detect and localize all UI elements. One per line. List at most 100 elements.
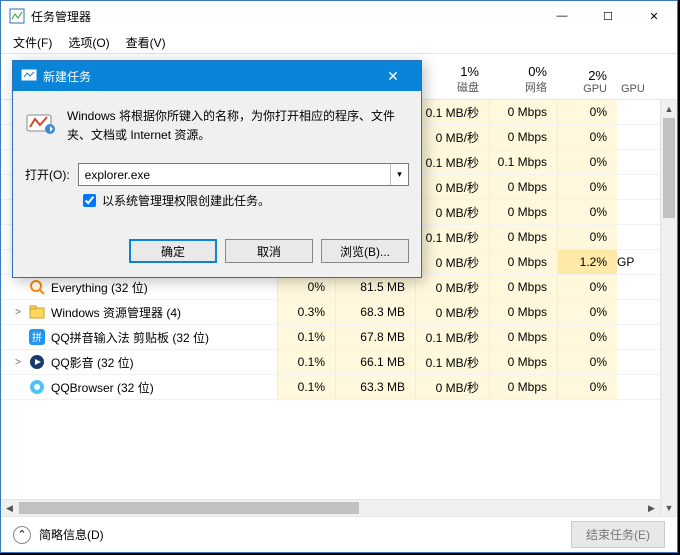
app-icon xyxy=(29,279,45,295)
titlebar[interactable]: 任务管理器 — ☐ ✕ xyxy=(1,1,677,31)
details-toggle-icon[interactable]: ⌃ xyxy=(13,526,31,544)
cell: 0% xyxy=(557,150,617,174)
table-row[interactable]: Everything (32 位)0%81.5 MB0 MB/秒0 Mbps0% xyxy=(1,275,677,300)
cell: 0% xyxy=(557,175,617,199)
dialog-close-button[interactable]: ✕ xyxy=(373,68,413,85)
cell: 0 Mbps xyxy=(489,225,557,249)
cell: 0% xyxy=(557,350,617,374)
cell: 0.1 MB/秒 xyxy=(415,325,489,349)
footer: ⌃ 简略信息(D) 结束任务(E) xyxy=(1,516,677,552)
hscroll-thumb[interactable] xyxy=(19,502,359,514)
cell: 0% xyxy=(557,325,617,349)
cell: 0 Mbps xyxy=(489,250,557,274)
process-name: QQBrowser (32 位) xyxy=(51,379,154,396)
ok-button[interactable]: 确定 xyxy=(129,239,217,263)
scroll-down-icon[interactable]: ▼ xyxy=(661,499,677,516)
cell: 0.1 MB/秒 xyxy=(415,100,489,124)
cell: 0% xyxy=(557,100,617,124)
run-icon xyxy=(25,107,57,145)
cell: 0 Mbps xyxy=(489,300,557,324)
cell: 66.1 MB xyxy=(335,350,415,374)
admin-checkbox[interactable] xyxy=(83,194,96,207)
cell: 0 MB/秒 xyxy=(415,300,489,324)
table-row[interactable]: 拼 QQ拼音输入法 剪贴板 (32 位) 0.1%67.8 MB0.1 MB/秒0 … xyxy=(1,325,677,350)
app-icon xyxy=(29,304,45,320)
scroll-thumb[interactable] xyxy=(663,118,675,218)
cell: 0 MB/秒 xyxy=(415,175,489,199)
cell: 0 Mbps xyxy=(489,275,557,299)
cell: 0 MB/秒 xyxy=(415,275,489,299)
cell: 0 MB/秒 xyxy=(415,375,489,399)
cell: 0% xyxy=(277,275,335,299)
minimize-button[interactable]: — xyxy=(539,1,585,31)
dropdown-icon[interactable]: ▾ xyxy=(390,164,408,185)
browse-button[interactable]: 浏览(B)... xyxy=(321,239,409,263)
scroll-up-icon[interactable]: ▲ xyxy=(661,100,677,117)
cell: 0.1 MB/秒 xyxy=(415,225,489,249)
cell: 0 MB/秒 xyxy=(415,200,489,224)
app-icon xyxy=(9,8,25,24)
menu-view[interactable]: 查看(V) xyxy=(120,32,172,53)
cell: 0% xyxy=(557,300,617,324)
cell: 0.1% xyxy=(277,325,335,349)
cell: 0 Mbps xyxy=(489,100,557,124)
process-name: Windows 资源管理器 (4) xyxy=(51,304,181,321)
menu-file[interactable]: 文件(F) xyxy=(7,32,58,53)
dialog-title: 新建任务 xyxy=(43,68,91,85)
end-task-button[interactable]: 结束任务(E) xyxy=(571,521,665,548)
cell: 81.5 MB xyxy=(335,275,415,299)
app-icon: 拼 xyxy=(29,329,45,345)
col-network[interactable]: 0%网络 xyxy=(489,64,557,95)
cell: 0 Mbps xyxy=(489,200,557,224)
dialog-message: Windows 将根据你所键入的名称，为你打开相应的程序、文件夹、文档或 Int… xyxy=(67,107,409,145)
col-disk[interactable]: 1%磁盘 xyxy=(415,64,489,95)
scroll-left-icon[interactable]: ◀ xyxy=(1,500,18,516)
open-combobox[interactable]: ▾ xyxy=(78,163,409,186)
run-dialog: 新建任务 ✕ Windows 将根据你所键入的名称，为你打开相应的程序、文件夹、… xyxy=(12,60,422,278)
horizontal-scrollbar[interactable]: ◀ ▶ xyxy=(1,499,660,516)
cell: 0 Mbps xyxy=(489,325,557,349)
maximize-button[interactable]: ☐ xyxy=(585,1,631,31)
vertical-scrollbar[interactable]: ▲ ▼ xyxy=(660,100,677,516)
expand-icon[interactable]: > xyxy=(13,307,23,318)
process-name: QQ拼音输入法 剪贴板 (32 位) xyxy=(51,329,209,346)
cell: 1.2% xyxy=(557,250,617,274)
cell: 0% xyxy=(557,125,617,149)
cell: 63.3 MB xyxy=(335,375,415,399)
table-row[interactable]: >QQ影音 (32 位)0.1%66.1 MB0.1 MB/秒0 Mbps0% xyxy=(1,350,677,375)
cell: 0 Mbps xyxy=(489,175,557,199)
open-label: 打开(O): xyxy=(25,166,70,183)
expand-icon[interactable]: > xyxy=(13,357,23,368)
cell: 0% xyxy=(557,375,617,399)
cancel-button[interactable]: 取消 xyxy=(225,239,313,263)
cell: 0.3% xyxy=(277,300,335,324)
menubar: 文件(F) 选项(O) 查看(V) xyxy=(1,31,677,53)
cell: 0 Mbps xyxy=(489,350,557,374)
table-row[interactable]: > Windows 资源管理器 (4) 0.3%68.3 MB0 MB/秒0 Mbp… xyxy=(1,300,677,325)
scroll-right-icon[interactable]: ▶ xyxy=(643,500,660,516)
cell: 0.1% xyxy=(277,375,335,399)
col-gpu[interactable]: 2%GPU xyxy=(557,68,617,95)
process-name: QQ影音 (32 位) xyxy=(51,354,134,371)
col-gpu-engine[interactable]: GPU xyxy=(617,63,661,95)
table-row[interactable]: QQBrowser (32 位) 0.1%63.3 MB0 MB/秒0 Mbps0… xyxy=(1,375,677,400)
cell: 0% xyxy=(557,275,617,299)
menu-options[interactable]: 选项(O) xyxy=(62,32,115,53)
dialog-titlebar[interactable]: 新建任务 ✕ xyxy=(13,61,421,91)
svg-text:拼: 拼 xyxy=(32,331,42,344)
cell: 0 MB/秒 xyxy=(415,250,489,274)
admin-checkbox-label: 以系统管理理权限创建此任务。 xyxy=(102,192,270,209)
window-title: 任务管理器 xyxy=(31,8,539,25)
process-name: Everything (32 位) xyxy=(51,279,148,296)
cell: 0% xyxy=(557,200,617,224)
cell: 0.1% xyxy=(277,350,335,374)
cell: 0.1 Mbps xyxy=(489,150,557,174)
cell: 0 Mbps xyxy=(489,375,557,399)
dialog-icon xyxy=(21,67,37,86)
brief-info-link[interactable]: 简略信息(D) xyxy=(39,526,104,543)
cell: 67.8 MB xyxy=(335,325,415,349)
close-button[interactable]: ✕ xyxy=(631,1,677,31)
cell: 0 Mbps xyxy=(489,125,557,149)
open-input[interactable] xyxy=(79,164,390,185)
cell: 68.3 MB xyxy=(335,300,415,324)
